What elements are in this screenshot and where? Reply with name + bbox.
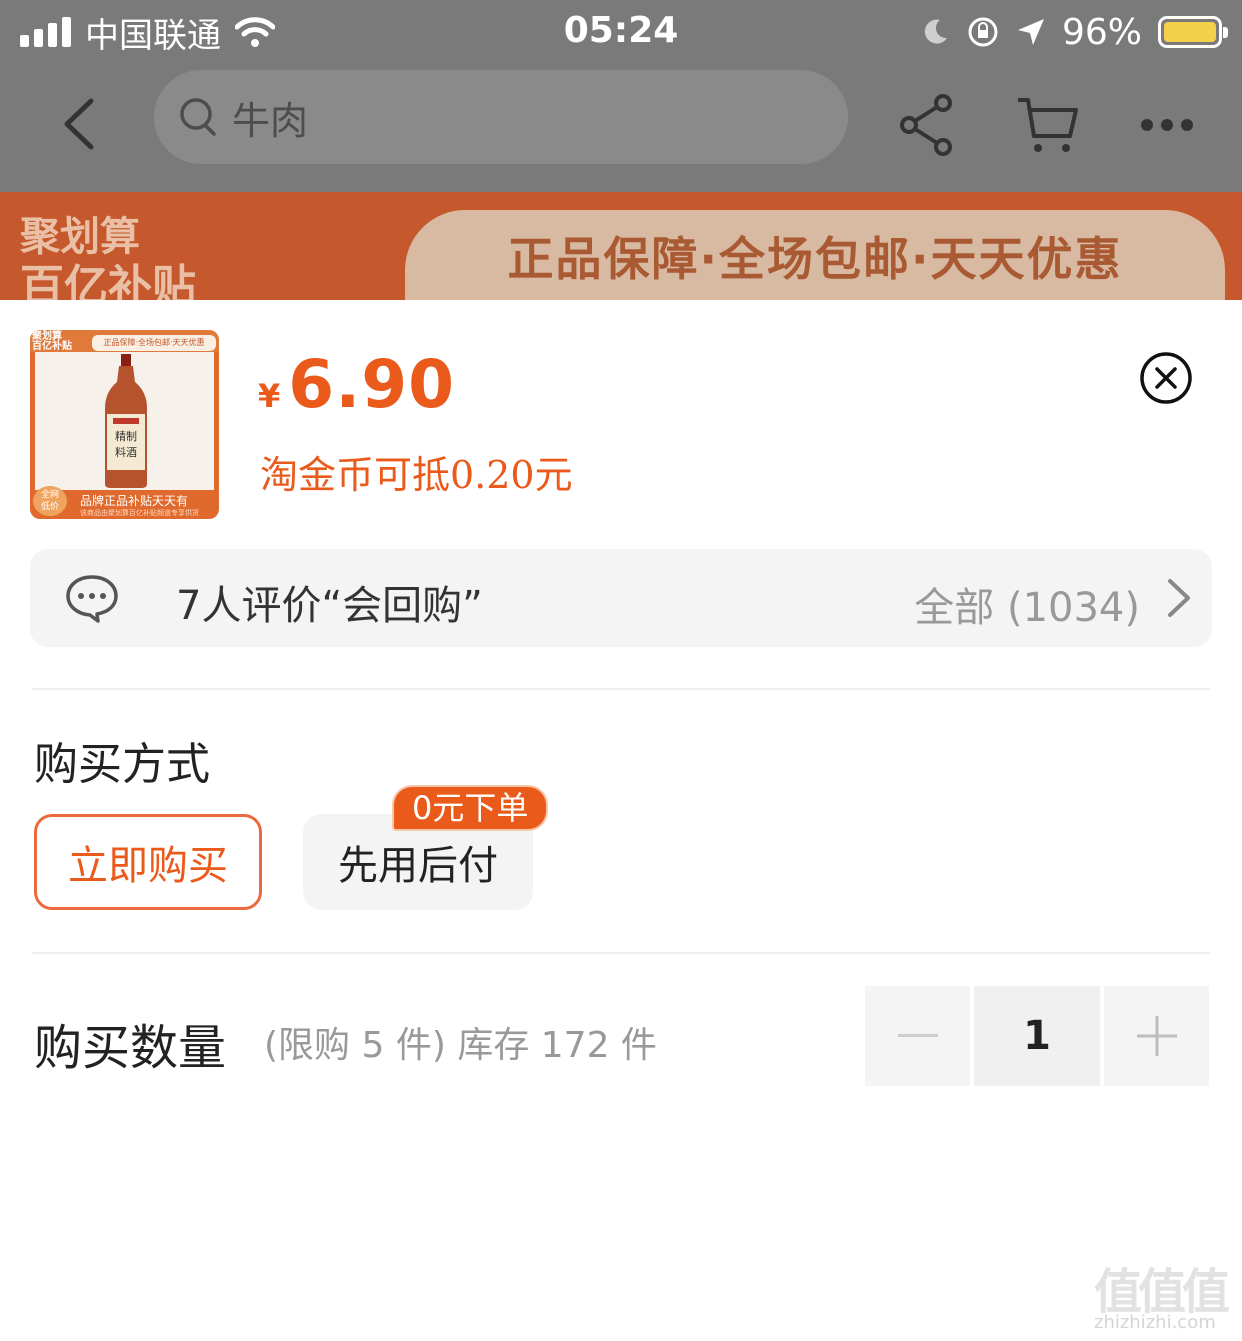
nav-bar: 牛肉 bbox=[0, 66, 1242, 192]
search-placeholder: 牛肉 bbox=[232, 98, 309, 143]
product-photo: 精制 料酒 bbox=[35, 352, 214, 490]
site-watermark: 值值值 zhizhizhi.com bbox=[1090, 1252, 1240, 1338]
thumbnail-logo: 聚划算 百亿补贴 bbox=[32, 331, 72, 352]
price: ¥ 6.90 bbox=[258, 346, 455, 423]
review-summary-bar[interactable]: 7人评价“会回购” 全部 (1034) bbox=[30, 549, 1212, 647]
quantity-value[interactable]: 1 bbox=[974, 986, 1100, 1086]
search-icon bbox=[180, 98, 216, 136]
option-buy-now[interactable]: 立即购买 bbox=[34, 814, 262, 910]
back-button[interactable] bbox=[48, 94, 108, 154]
more-button[interactable] bbox=[1132, 90, 1202, 160]
more-icon bbox=[1141, 119, 1193, 131]
banner-brand: 聚划算 百亿补贴 bbox=[20, 212, 196, 300]
product-thumbnail[interactable]: 聚划算 百亿补贴 正品保障·全场包邮·天天优惠 精制 料酒 全网 低价 品牌正品… bbox=[30, 330, 219, 519]
thumbnail-badge: 全网 低价 bbox=[33, 486, 67, 516]
sku-sheet: 聚划算 百亿补贴 正品保障·全场包邮·天天优惠 精制 料酒 全网 低价 品牌正品… bbox=[0, 300, 1242, 1341]
svg-text:精制: 精制 bbox=[115, 430, 137, 443]
cart-icon bbox=[1018, 98, 1078, 152]
quantity-stepper: 1 bbox=[865, 986, 1209, 1086]
price-currency: ¥ bbox=[258, 377, 281, 415]
thumbnail-subcaption: 该商品由聚划算百亿补贴频道专享供货 bbox=[80, 509, 199, 517]
increase-button[interactable] bbox=[1104, 986, 1209, 1086]
banner-brand-line2: 百亿补贴 bbox=[20, 261, 196, 301]
status-right: 96% bbox=[920, 10, 1228, 54]
thumbnail-slogan: 正品保障·全场包邮·天天优惠 bbox=[92, 335, 216, 351]
search-input[interactable]: 牛肉 bbox=[154, 70, 848, 164]
back-icon bbox=[64, 98, 94, 150]
quantity-limit-note: (限购 5 件) 库存 172 件 bbox=[264, 1025, 657, 1066]
battery-percent: 96% bbox=[1061, 11, 1142, 53]
chevron-right-icon bbox=[1168, 579, 1190, 617]
share-icon bbox=[900, 94, 952, 156]
svg-text:料酒: 料酒 bbox=[115, 445, 137, 459]
purchase-method-title: 购买方式 bbox=[34, 739, 210, 790]
chat-bubble-icon bbox=[66, 575, 118, 623]
decrease-button[interactable] bbox=[865, 986, 970, 1086]
share-button[interactable] bbox=[892, 90, 962, 160]
quantity-title: 购买数量 bbox=[34, 1020, 227, 1076]
plus-icon bbox=[1136, 1016, 1177, 1056]
bottle-image: 精制 料酒 bbox=[105, 354, 147, 488]
location-icon bbox=[1017, 19, 1044, 45]
close-icon bbox=[1140, 352, 1192, 404]
zero-yuan-order-tag: 0元下单 bbox=[392, 785, 549, 831]
divider bbox=[32, 688, 1210, 690]
all-reviews-link[interactable]: 全部 (1034) bbox=[914, 575, 1140, 633]
moon-icon bbox=[924, 19, 947, 44]
coin-discount-note: 淘金币可抵0.20元 bbox=[260, 453, 573, 497]
cart-button[interactable] bbox=[1012, 90, 1082, 160]
banner-slogan: 正品保障·全场包邮·天天优惠 bbox=[507, 232, 1123, 286]
review-summary-text: 7人评价“会回购” bbox=[176, 583, 483, 629]
banner-slogan-pill: 正品保障·全场包邮·天天优惠 bbox=[405, 210, 1225, 300]
rotation-lock-icon bbox=[968, 17, 998, 47]
battery-icon bbox=[1158, 16, 1228, 48]
banner-brand-line1: 聚划算 bbox=[20, 214, 140, 260]
watermark-url: zhizhizhi.com bbox=[1094, 1312, 1216, 1333]
divider bbox=[32, 952, 1210, 954]
minus-icon bbox=[897, 1034, 938, 1037]
thumbnail-caption: 品牌正品补贴天天有 bbox=[80, 494, 189, 508]
status-bar: 中国联通 05:24 96% bbox=[0, 0, 1242, 66]
promo-banner: 聚划算 百亿补贴 正品保障·全场包邮·天天优惠 bbox=[0, 192, 1242, 300]
close-button[interactable] bbox=[1138, 350, 1194, 406]
price-value: 6.90 bbox=[288, 346, 456, 423]
